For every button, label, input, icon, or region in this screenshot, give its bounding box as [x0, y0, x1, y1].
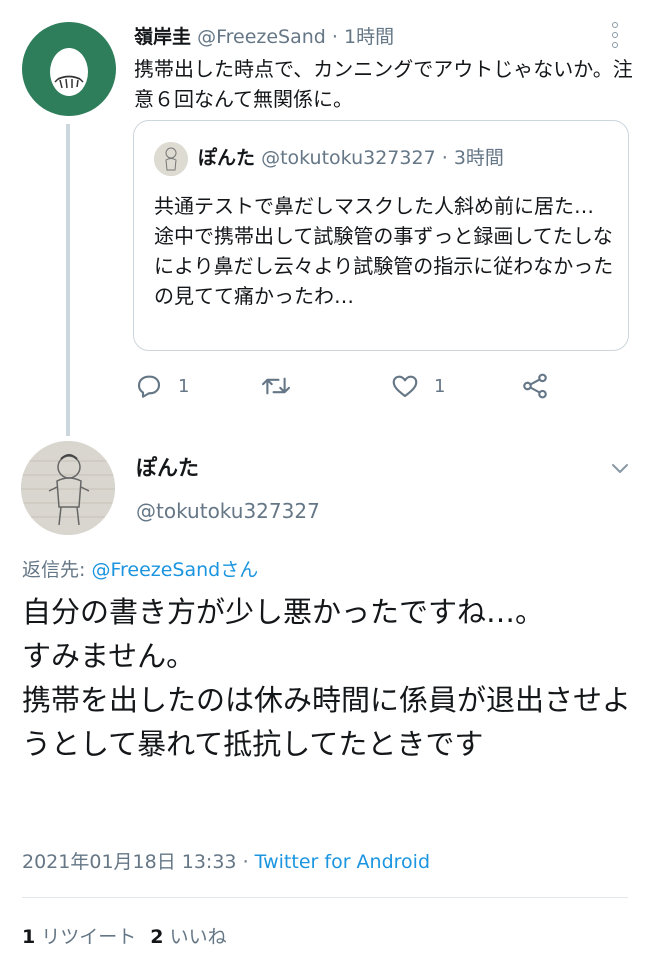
meta-separator: · — [242, 851, 249, 873]
like-button[interactable]: 1 — [390, 366, 445, 406]
header-separator: · — [331, 26, 338, 48]
reply-count: 1 — [178, 375, 190, 397]
egg-avatar-icon — [50, 48, 88, 96]
parent-tweet-header: 嶺岸圭 @FreezeSand · 1時間 — [134, 24, 594, 50]
sketch-avatar-icon — [154, 142, 188, 176]
like-total: 2 — [150, 926, 164, 948]
tweet-meta: 2021年01月18日 13:33 · Twitter for Android — [22, 849, 430, 875]
reply-label: 返信先: — [22, 559, 86, 581]
reply-icon — [137, 375, 161, 398]
like-count: 1 — [434, 375, 446, 397]
tweet-source[interactable]: Twitter for Android — [255, 851, 430, 873]
avatar[interactable] — [22, 22, 116, 116]
likes-stat[interactable]: 2 いいね — [150, 926, 226, 948]
quoted-avatar — [154, 142, 188, 176]
quoted-tweet-card[interactable]: ぽんた @tokutoku327327 · 3時間 共通テストで鼻だしマスクした… — [133, 120, 629, 351]
reply-handle-link[interactable]: @FreezeSandさん — [91, 559, 258, 581]
author-name[interactable]: 嶺岸圭 — [134, 26, 191, 48]
like-icon — [392, 375, 418, 398]
parent-tweet-text: 携帯出した時点で、カンニングでアウトじゃないか。注意６回なんて無関係に。 — [134, 57, 633, 111]
tweet-detail-page: 嶺岸圭 @FreezeSand · 1時間 携帯出した時点で、カンニングでアウト… — [0, 0, 650, 967]
like-label: いいね — [169, 926, 227, 948]
chevron-down-icon[interactable] — [608, 456, 632, 480]
main-author-name[interactable]: ぽんた — [136, 454, 199, 482]
retweet-icon — [262, 377, 290, 395]
reply-button[interactable]: 1 — [134, 366, 189, 406]
more-options-icon[interactable] — [608, 22, 622, 48]
main-tweet-text: 自分の書き方が少し悪かったですね…。 すみません。 携帯を出したのは休み時間に係… — [22, 595, 632, 761]
tweet-actions: 1 1 — [134, 366, 574, 406]
reply-suffix: さん — [220, 559, 259, 581]
share-button[interactable] — [520, 366, 550, 406]
main-avatar[interactable] — [21, 441, 115, 535]
retweets-stat[interactable]: 1 リツイート — [22, 926, 136, 948]
quoted-separator: · — [441, 147, 448, 169]
quoted-tweet-text: 共通テストで鼻だしマスクした人斜め前に居た… 途中で携帯出して試験管の事ずっと録… — [154, 194, 614, 308]
share-icon — [523, 373, 547, 399]
quoted-tweet-header: ぽんた @tokutoku327327 · 3時間 — [198, 145, 618, 171]
sketch-avatar-icon — [21, 441, 115, 535]
retweet-button[interactable] — [260, 366, 292, 406]
retweet-count: 1 — [22, 926, 36, 948]
tweet-date[interactable]: 2021年01月18日 13:33 — [22, 851, 237, 873]
tweet-time[interactable]: 1時間 — [344, 26, 394, 48]
quoted-author-handle: @tokutoku327327 — [261, 147, 436, 169]
retweet-label: リツイート — [41, 926, 137, 948]
author-handle[interactable]: @FreezeSand — [197, 26, 326, 48]
reply-handle: @FreezeSand — [91, 559, 221, 581]
divider — [22, 897, 628, 898]
reply-context: 返信先: @FreezeSandさん — [22, 557, 258, 583]
quoted-tweet-time: 3時間 — [453, 147, 504, 169]
main-author-handle[interactable]: @tokutoku327327 — [136, 497, 320, 525]
thread-connector — [66, 124, 70, 436]
tweet-stats: 1 リツイート 2 いいね — [22, 924, 227, 950]
quoted-author-name: ぽんた — [198, 147, 256, 169]
